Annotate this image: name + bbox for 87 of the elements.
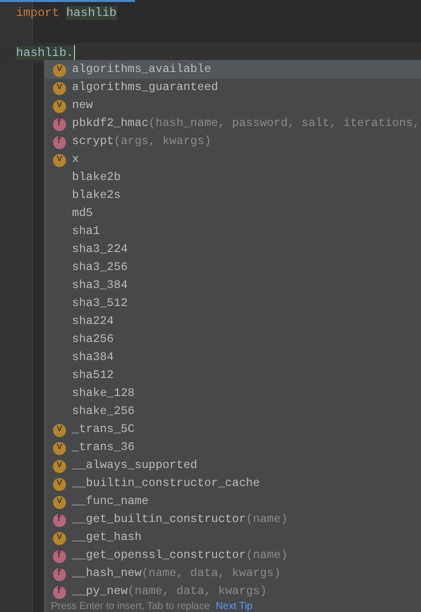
- completion-item[interactable]: sha512: [45, 367, 421, 385]
- completion-item[interactable]: f __py_new(name, data, kwargs): [45, 583, 421, 601]
- completion-item[interactable]: f pbkdf2_hmac(hash_name, password, salt, iterations,: [45, 115, 421, 133]
- completion-name: __hash_new: [72, 566, 142, 582]
- completion-item[interactable]: v __get_hash: [45, 529, 421, 547]
- function-icon: f: [53, 568, 66, 580]
- parameter-list: (name, data, kwargs): [128, 583, 267, 601]
- parameter-list: (name): [246, 547, 288, 565]
- completion-item[interactable]: v x: [45, 151, 421, 169]
- completion-name: sha512: [72, 368, 114, 384]
- variable-icon: v: [53, 478, 66, 490]
- completion-name: __builtin_constructor_cache: [72, 476, 260, 492]
- completion-name: __always_supported: [72, 458, 198, 474]
- completion-item[interactable]: v new: [45, 97, 421, 115]
- completion-name: scrypt: [72, 134, 114, 150]
- variable-icon: v: [53, 100, 66, 112]
- variable-icon: v: [53, 442, 66, 454]
- completion-name: __get_hash: [72, 530, 142, 546]
- variable-icon: v: [53, 424, 66, 436]
- completion-name: sha3_512: [72, 296, 128, 312]
- variable-icon: v: [53, 154, 66, 166]
- completion-name: shake_128: [72, 386, 135, 402]
- parameter-list: (args, kwargs): [114, 133, 212, 151]
- code-identifier: hashlib.: [16, 46, 74, 60]
- completion-item[interactable]: v __func_name: [45, 493, 421, 511]
- completion-name: sha3_384: [72, 278, 128, 294]
- completion-item[interactable]: blake2s: [45, 187, 421, 205]
- completion-item[interactable]: sha1: [45, 223, 421, 241]
- completion-name: pbkdf2_hmac: [72, 116, 149, 132]
- code-keyword: import: [16, 6, 60, 20]
- parameter-list: (hash_name, password, salt, iterations,: [148, 115, 420, 133]
- completion-name: sha3_224: [72, 242, 128, 258]
- completion-item[interactable]: shake_128: [45, 385, 421, 403]
- completion-item[interactable]: sha384: [45, 349, 421, 367]
- function-icon: f: [53, 118, 66, 130]
- function-icon: f: [53, 550, 66, 562]
- completion-item[interactable]: md5: [45, 205, 421, 223]
- completion-item[interactable]: f __get_builtin_constructor(name): [45, 511, 421, 529]
- completion-item[interactable]: v algorithms_available: [45, 61, 421, 79]
- completion-name: md5: [72, 206, 93, 222]
- next-tip-link[interactable]: Next Tip: [216, 601, 252, 612]
- completion-name: new: [72, 98, 93, 114]
- function-icon: f: [53, 136, 66, 148]
- variable-icon: v: [53, 532, 66, 544]
- completion-name: sha3_256: [72, 260, 128, 276]
- variable-icon: v: [53, 82, 66, 94]
- completion-item[interactable]: sha3_224: [45, 241, 421, 259]
- completion-item[interactable]: f __hash_new(name, data, kwargs): [45, 565, 421, 583]
- parameter-list: (name, data, kwargs): [142, 565, 281, 583]
- completion-item[interactable]: v algorithms_guaranteed: [45, 79, 421, 97]
- completion-item[interactable]: shake_256: [45, 403, 421, 421]
- completion-item[interactable]: v __builtin_constructor_cache: [45, 475, 421, 493]
- variable-icon: v: [53, 64, 66, 76]
- completion-name: __get_builtin_constructor: [72, 512, 246, 528]
- completion-item[interactable]: f scrypt(args, kwargs): [45, 133, 421, 151]
- parameter-list: (name): [246, 511, 288, 529]
- completion-name: sha256: [72, 332, 114, 348]
- completion-name: _trans_5C: [72, 422, 135, 438]
- completion-item[interactable]: v _trans_36: [45, 439, 421, 457]
- completion-item[interactable]: blake2b: [45, 169, 421, 187]
- code-identifier: hashlib: [66, 6, 117, 20]
- completion-item[interactable]: sha3_384: [45, 277, 421, 295]
- completion-name: sha1: [72, 224, 100, 240]
- completion-item[interactable]: sha3_256: [45, 259, 421, 277]
- completion-name: shake_256: [72, 404, 135, 420]
- completion-item[interactable]: v __always_supported: [45, 457, 421, 475]
- variable-icon: v: [53, 496, 66, 508]
- completion-name: x: [72, 152, 79, 168]
- completion-name: __func_name: [72, 494, 149, 510]
- completion-item[interactable]: sha3_512: [45, 295, 421, 313]
- completion-item[interactable]: v _trans_5C: [45, 421, 421, 439]
- completion-item[interactable]: f __get_openssl_constructor(name): [45, 547, 421, 565]
- completion-name: sha384: [72, 350, 114, 366]
- completion-name: blake2b: [72, 170, 121, 186]
- completion-item[interactable]: sha224: [45, 313, 421, 331]
- completion-name: algorithms_available: [72, 62, 212, 78]
- function-icon: f: [53, 586, 66, 598]
- completion-name: sha224: [72, 314, 114, 330]
- variable-icon: v: [53, 460, 66, 472]
- completion-name: blake2s: [72, 188, 121, 204]
- hint-text: Press Enter to insert, Tab to replace: [51, 601, 210, 612]
- completion-item[interactable]: sha256: [45, 331, 421, 349]
- completion-name: __py_new: [72, 584, 128, 600]
- function-icon: f: [53, 514, 66, 526]
- completion-name: __get_openssl_constructor: [72, 548, 246, 564]
- completion-name: _trans_36: [72, 440, 135, 456]
- completion-name: algorithms_guaranteed: [72, 80, 218, 96]
